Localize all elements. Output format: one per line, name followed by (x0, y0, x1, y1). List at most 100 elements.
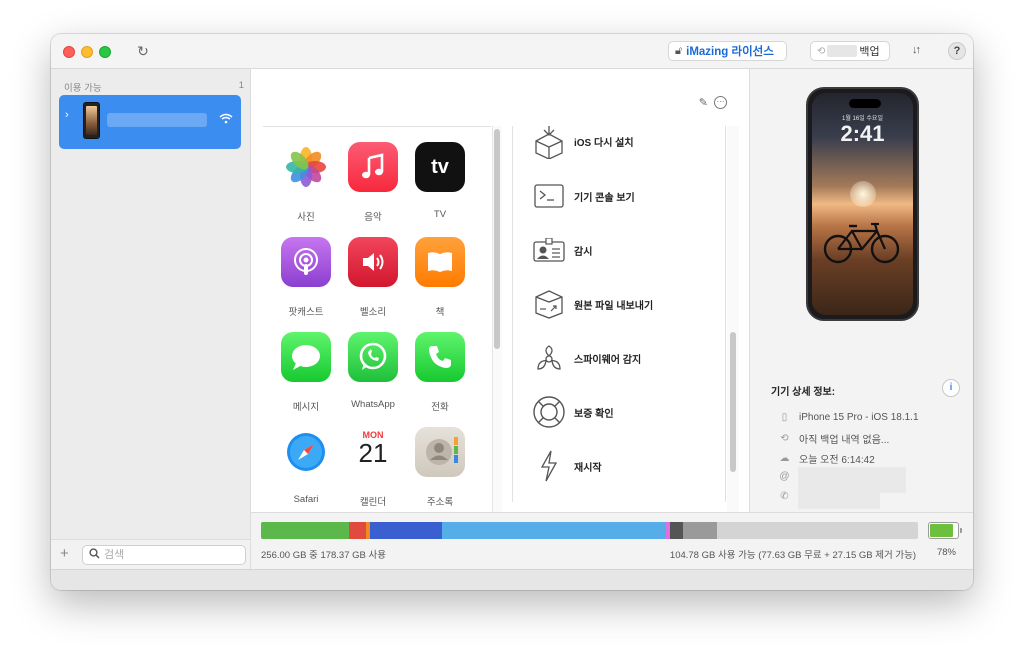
action-reinstall-ios[interactable]: iOS 다시 설치 (513, 126, 725, 177)
maximize-window-button[interactable] (99, 46, 111, 58)
sidebar-item-device[interactable]: › (59, 95, 241, 149)
device-details-title: 기기 상세 정보: (771, 387, 836, 398)
app-label: 음악 (364, 212, 382, 223)
app-label: 메시지 (292, 402, 320, 413)
lock-screen: 1월 16일 수요일 2:41 (812, 93, 913, 315)
tv-icon: tv (415, 142, 465, 192)
action-label: 기기 콘솔 보기 (574, 193, 635, 204)
storage-bar-area: 256.00 GB 중 178.37 GB 사용 104.78 GB 사용 가능… (251, 512, 973, 569)
storage-usage-bar[interactable] (261, 522, 918, 539)
device-icon: ▯ (781, 412, 788, 423)
app-phone[interactable]: 전화 (405, 332, 475, 413)
calendar-icon: MON 21 (348, 427, 398, 477)
storage-segment-other[interactable] (682, 522, 717, 539)
podcasts-icon (281, 237, 331, 287)
storage-used-text: 256.00 GB 중 178.37 GB 사용 (261, 550, 386, 561)
action-restart[interactable]: 재시작 (513, 448, 725, 502)
app-messages[interactable]: 메시지 (271, 332, 341, 413)
app-calendar[interactable]: MON 21 캘린더 (338, 427, 408, 508)
app-ringtones[interactable]: 벨소리 (338, 237, 408, 318)
minimize-window-button[interactable] (81, 46, 93, 58)
help-button[interactable]: ? (948, 42, 966, 60)
sun-glow (850, 181, 876, 207)
battery-tip (960, 528, 962, 533)
action-export-raw-files[interactable]: 원본 파일 내보내기 (513, 286, 725, 340)
more-icon[interactable]: ··· (714, 96, 727, 109)
search-field[interactable] (82, 545, 246, 565)
titlebar: ↻ 🔓︎ iMazing 라이선스 ⟲ 백업 ↓↑ ? (51, 34, 973, 69)
sidebar-section-header: 이용 가능 (64, 83, 102, 94)
app-podcasts[interactable]: 팟캐스트 (271, 237, 341, 318)
detail-text: 아직 백업 내역 없음... (799, 435, 890, 446)
detail-row-email: @ (778, 471, 799, 482)
action-spyware-detection[interactable]: 스파이웨어 감지 (513, 340, 725, 394)
panel-tools: ✎ ··· (699, 96, 727, 109)
storage-segment-documents[interactable] (442, 522, 666, 539)
app-books[interactable]: 책 (405, 237, 475, 318)
edit-icon[interactable]: ✎ (699, 96, 708, 109)
battery-level (930, 524, 953, 537)
supervision-icon (531, 232, 567, 268)
contacts-icon (415, 427, 465, 477)
action-warranty-check[interactable]: 보증 확인 (513, 394, 725, 448)
arrows-icon[interactable]: ↓↑ (912, 44, 921, 56)
console-icon (531, 178, 567, 214)
detail-row-sync: ☁︎ 오늘 오전 6:14:42 (778, 451, 875, 466)
actions-list: iOS 다시 설치 기기 콘솔 보기 감시 원본 파일 내보내기 스파이웨어 감… (512, 126, 726, 502)
search-input[interactable] (104, 549, 224, 561)
apps-scroll-thumb[interactable] (494, 129, 500, 349)
app-label: 벨소리 (359, 307, 387, 318)
device-preview: 1월 16일 수요일 2:41 (806, 87, 919, 321)
action-label: 재시작 (574, 463, 602, 474)
action-device-console[interactable]: 기기 콘솔 보기 (513, 178, 725, 232)
tv-text: tv (431, 155, 449, 178)
app-tv[interactable]: tv TV (405, 142, 475, 220)
action-supervision[interactable]: 감시 (513, 232, 725, 286)
action-label: 감시 (574, 247, 593, 258)
detail-text: iPhone 15 Pro - iOS 18.1.1 (799, 412, 919, 423)
close-window-button[interactable] (63, 46, 75, 58)
device-thumbnail (83, 102, 100, 139)
app-window: ↻ 🔓︎ iMazing 라이선스 ⟲ 백업 ↓↑ ? 이용 가능 1 › + (51, 34, 973, 590)
phone-icon (415, 332, 465, 382)
app-label: 캘린더 (359, 497, 387, 508)
info-button[interactable]: i (942, 379, 960, 397)
refresh-icon[interactable]: ↻ (135, 43, 151, 59)
add-device-button[interactable]: + (60, 545, 69, 562)
storage-available-text: 104.78 GB 사용 가능 (77.63 GB 무료 + 27.15 GB … (669, 550, 916, 561)
ringtones-icon (348, 237, 398, 287)
at-icon: @ (779, 471, 790, 482)
app-label: Safari (293, 494, 319, 505)
chevron-right-icon[interactable]: › (65, 109, 69, 121)
action-label: 보증 확인 (574, 409, 614, 420)
backup-button[interactable]: ⟲ 백업 (810, 41, 890, 61)
app-label: 책 (435, 307, 445, 318)
device-name-redacted (107, 113, 207, 127)
app-photos[interactable]: 사진 (271, 142, 341, 223)
action-label: iOS 다시 설치 (574, 138, 634, 149)
detail-row-phone: ✆ (778, 491, 799, 502)
app-contacts[interactable]: 주소록 (405, 427, 475, 508)
app-whatsapp[interactable]: WhatsApp (338, 332, 408, 410)
storage-segment-system[interactable] (669, 522, 683, 539)
license-button[interactable]: 🔓︎ iMazing 라이선스 (668, 41, 787, 61)
app-safari[interactable]: Safari (271, 427, 341, 505)
app-label: 전화 (431, 402, 449, 413)
action-label: 원본 파일 내보내기 (574, 301, 654, 312)
storage-segment-media[interactable] (370, 522, 443, 539)
unlock-icon: 🔓︎ (675, 44, 683, 57)
storage-segment-photos[interactable] (349, 522, 367, 539)
action-label: 스파이웨어 감지 (574, 355, 642, 366)
spyware-icon (531, 340, 567, 376)
redacted-email (798, 467, 906, 493)
calendar-day: 21 (358, 438, 388, 468)
backup-status-redacted (827, 45, 858, 57)
app-music[interactable]: 음악 (338, 142, 408, 223)
sidebar-footer: + (51, 539, 251, 569)
app-label: 사진 (297, 212, 315, 223)
reinstall-icon (531, 126, 567, 159)
actions-scroll-thumb[interactable] (730, 332, 736, 472)
storage-segment-apps[interactable] (261, 522, 350, 539)
detail-row-model: ▯ iPhone 15 Pro - iOS 18.1.1 (778, 412, 919, 423)
search-icon (89, 548, 100, 562)
